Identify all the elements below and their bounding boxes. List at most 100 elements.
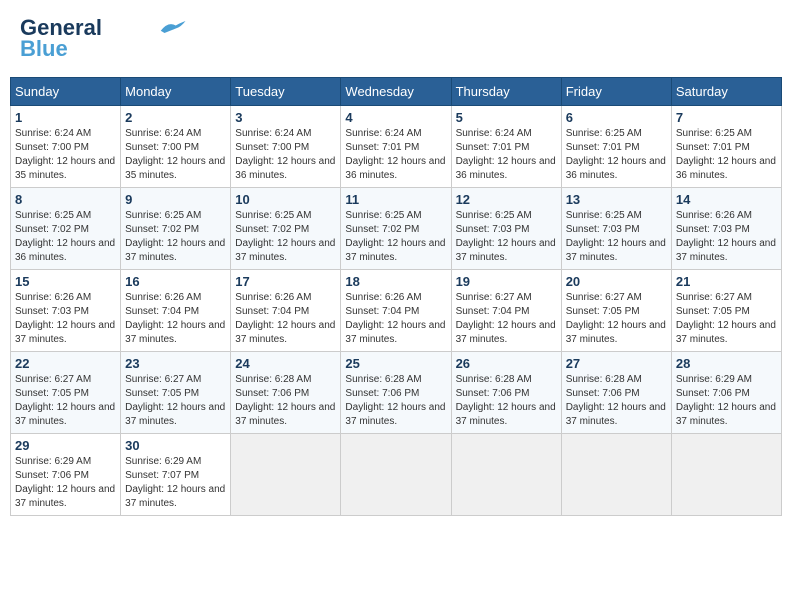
- day-number: 29: [15, 438, 116, 453]
- day-info: Sunrise: 6:28 AMSunset: 7:06 PMDaylight:…: [345, 373, 446, 429]
- day-info: Sunrise: 6:28 AMSunset: 7:06 PMDaylight:…: [456, 373, 557, 429]
- day-number: 24: [235, 356, 336, 371]
- day-info: Sunrise: 6:24 AMSunset: 7:00 PMDaylight:…: [125, 127, 226, 183]
- calendar-cell: 21Sunrise: 6:27 AMSunset: 7:05 PMDayligh…: [671, 270, 781, 352]
- calendar-cell: 23 Sunrise: 6:27 AMSunset: 7:05 PMDayligh…: [121, 352, 231, 434]
- calendar-cell: 24 Sunrise: 6:28 AMSunset: 7:06 PMDayligh…: [231, 352, 341, 434]
- day-info: Sunrise: 6:26 AMSunset: 7:03 PMDaylight:…: [15, 291, 116, 347]
- calendar-cell: 2 Sunrise: 6:24 AMSunset: 7:00 PMDaylight…: [121, 106, 231, 188]
- day-info: Sunrise: 6:24 AMSunset: 7:00 PMDaylight:…: [15, 127, 116, 183]
- calendar-week-row: 8 Sunrise: 6:25 AMSunset: 7:02 PMDaylight…: [11, 188, 782, 270]
- day-number: 25: [345, 356, 446, 371]
- day-info: Sunrise: 6:25 AMSunset: 7:01 PMDaylight:…: [566, 127, 667, 183]
- calendar-cell: 9 Sunrise: 6:25 AMSunset: 7:02 PMDaylight…: [121, 188, 231, 270]
- day-info: Sunrise: 6:24 AMSunset: 7:01 PMDaylight:…: [345, 127, 446, 183]
- calendar-cell: [451, 434, 561, 516]
- day-number: 20: [566, 274, 667, 289]
- day-number: 7: [676, 110, 777, 125]
- weekday-header-row: SundayMondayTuesdayWednesdayThursdayFrid…: [11, 78, 782, 106]
- calendar-cell: [671, 434, 781, 516]
- day-number: 28: [676, 356, 777, 371]
- day-info: Sunrise: 6:24 AMSunset: 7:00 PMDaylight:…: [235, 127, 336, 183]
- calendar-cell: 14 Sunrise: 6:26 AMSunset: 7:03 PMDayligh…: [671, 188, 781, 270]
- calendar-table: SundayMondayTuesdayWednesdayThursdayFrid…: [10, 77, 782, 516]
- calendar-cell: 7 Sunrise: 6:25 AMSunset: 7:01 PMDaylight…: [671, 106, 781, 188]
- day-info: Sunrise: 6:25 AMSunset: 7:02 PMDaylight:…: [345, 209, 446, 265]
- day-info: Sunrise: 6:25 AMSunset: 7:02 PMDaylight:…: [235, 209, 336, 265]
- calendar-body: 1 Sunrise: 6:24 AMSunset: 7:00 PMDaylight…: [11, 106, 782, 516]
- calendar-cell: 18 Sunrise: 6:26 AMSunset: 7:04 PMDayligh…: [341, 270, 451, 352]
- day-info: Sunrise: 6:26 AMSunset: 7:03 PMDaylight:…: [676, 209, 777, 265]
- day-number: 15: [15, 274, 116, 289]
- day-info: Sunrise: 6:26 AMSunset: 7:04 PMDaylight:…: [125, 291, 226, 347]
- day-number: 18: [345, 274, 446, 289]
- calendar-cell: 28 Sunrise: 6:29 AMSunset: 7:06 PMDayligh…: [671, 352, 781, 434]
- day-number: 1: [15, 110, 116, 125]
- day-info: Sunrise: 6:25 AMSunset: 7:01 PMDaylight:…: [676, 127, 777, 183]
- calendar-cell: 3 Sunrise: 6:24 AMSunset: 7:00 PMDaylight…: [231, 106, 341, 188]
- day-number: 5: [456, 110, 557, 125]
- day-info: Sunrise: 6:27 AMSunset: 7:04 PMDaylight:…: [456, 291, 557, 347]
- calendar-week-row: 15 Sunrise: 6:26 AMSunset: 7:03 PMDayligh…: [11, 270, 782, 352]
- calendar-cell: 11 Sunrise: 6:25 AMSunset: 7:02 PMDayligh…: [341, 188, 451, 270]
- day-number: 14: [676, 192, 777, 207]
- day-number: 26: [456, 356, 557, 371]
- day-number: 4: [345, 110, 446, 125]
- calendar-cell: 16 Sunrise: 6:26 AMSunset: 7:04 PMDayligh…: [121, 270, 231, 352]
- day-info: Sunrise: 6:29 AMSunset: 7:06 PMDaylight:…: [15, 455, 116, 511]
- day-number: 13: [566, 192, 667, 207]
- calendar-cell: 5Sunrise: 6:24 AMSunset: 7:01 PMDaylight…: [451, 106, 561, 188]
- weekday-header-cell: Wednesday: [341, 78, 451, 106]
- calendar-cell: 10 Sunrise: 6:25 AMSunset: 7:02 PMDayligh…: [231, 188, 341, 270]
- day-number: 19: [456, 274, 557, 289]
- day-number: 17: [235, 274, 336, 289]
- calendar-cell: [231, 434, 341, 516]
- calendar-cell: 30Sunrise: 6:29 AMSunset: 7:07 PMDayligh…: [121, 434, 231, 516]
- weekday-header-cell: Friday: [561, 78, 671, 106]
- calendar-week-row: 22 Sunrise: 6:27 AMSunset: 7:05 PMDayligh…: [11, 352, 782, 434]
- day-info: Sunrise: 6:25 AMSunset: 7:02 PMDaylight:…: [125, 209, 226, 265]
- calendar-cell: 17 Sunrise: 6:26 AMSunset: 7:04 PMDayligh…: [231, 270, 341, 352]
- calendar-cell: 29 Sunrise: 6:29 AMSunset: 7:06 PMDayligh…: [11, 434, 121, 516]
- calendar-cell: 4 Sunrise: 6:24 AMSunset: 7:01 PMDaylight…: [341, 106, 451, 188]
- calendar-week-row: 29 Sunrise: 6:29 AMSunset: 7:06 PMDayligh…: [11, 434, 782, 516]
- day-info: Sunrise: 6:27 AMSunset: 7:05 PMDaylight:…: [125, 373, 226, 429]
- calendar-cell: 12Sunrise: 6:25 AMSunset: 7:03 PMDayligh…: [451, 188, 561, 270]
- weekday-header-cell: Thursday: [451, 78, 561, 106]
- day-info: Sunrise: 6:26 AMSunset: 7:04 PMDaylight:…: [345, 291, 446, 347]
- day-number: 2: [125, 110, 226, 125]
- day-number: 16: [125, 274, 226, 289]
- day-number: 23: [125, 356, 226, 371]
- day-number: 3: [235, 110, 336, 125]
- day-info: Sunrise: 6:29 AMSunset: 7:06 PMDaylight:…: [676, 373, 777, 429]
- calendar-cell: 15 Sunrise: 6:26 AMSunset: 7:03 PMDayligh…: [11, 270, 121, 352]
- day-number: 8: [15, 192, 116, 207]
- calendar-cell: 27Sunrise: 6:28 AMSunset: 7:06 PMDayligh…: [561, 352, 671, 434]
- day-info: Sunrise: 6:26 AMSunset: 7:04 PMDaylight:…: [235, 291, 336, 347]
- day-info: Sunrise: 6:28 AMSunset: 7:06 PMDaylight:…: [566, 373, 667, 429]
- day-number: 11: [345, 192, 446, 207]
- day-number: 22: [15, 356, 116, 371]
- day-info: Sunrise: 6:25 AMSunset: 7:03 PMDaylight:…: [566, 209, 667, 265]
- calendar-cell: [341, 434, 451, 516]
- day-number: 10: [235, 192, 336, 207]
- calendar-cell: 6Sunrise: 6:25 AMSunset: 7:01 PMDaylight…: [561, 106, 671, 188]
- day-info: Sunrise: 6:25 AMSunset: 7:02 PMDaylight:…: [15, 209, 116, 265]
- day-info: Sunrise: 6:27 AMSunset: 7:05 PMDaylight:…: [15, 373, 116, 429]
- weekday-header-cell: Sunday: [11, 78, 121, 106]
- calendar-cell: 22 Sunrise: 6:27 AMSunset: 7:05 PMDayligh…: [11, 352, 121, 434]
- weekday-header-cell: Saturday: [671, 78, 781, 106]
- calendar-cell: 8 Sunrise: 6:25 AMSunset: 7:02 PMDaylight…: [11, 188, 121, 270]
- calendar-cell: 19 Sunrise: 6:27 AMSunset: 7:04 PMDayligh…: [451, 270, 561, 352]
- calendar-cell: 1 Sunrise: 6:24 AMSunset: 7:00 PMDaylight…: [11, 106, 121, 188]
- day-number: 9: [125, 192, 226, 207]
- page-header: General Blue: [10, 10, 782, 67]
- calendar-cell: 13 Sunrise: 6:25 AMSunset: 7:03 PMDayligh…: [561, 188, 671, 270]
- logo-blue-text: Blue: [20, 36, 68, 62]
- day-number: 21: [676, 274, 777, 289]
- day-info: Sunrise: 6:28 AMSunset: 7:06 PMDaylight:…: [235, 373, 336, 429]
- calendar-week-row: 1 Sunrise: 6:24 AMSunset: 7:00 PMDaylight…: [11, 106, 782, 188]
- day-number: 12: [456, 192, 557, 207]
- weekday-header-cell: Monday: [121, 78, 231, 106]
- day-info: Sunrise: 6:29 AMSunset: 7:07 PMDaylight:…: [125, 455, 226, 511]
